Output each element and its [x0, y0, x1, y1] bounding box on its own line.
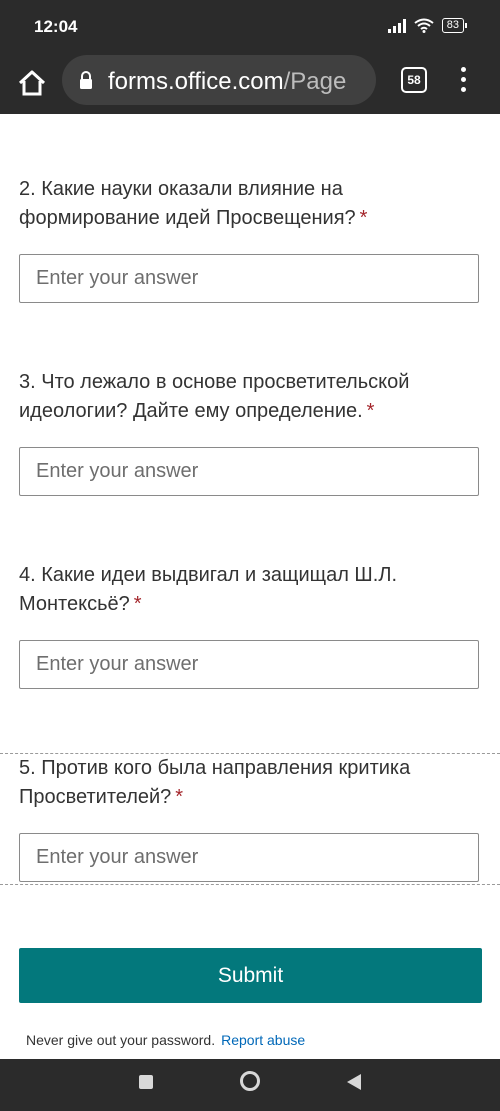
question-3: 3. Что лежало в основе просветительской … — [19, 368, 481, 496]
tab-switcher-button[interactable]: 58 — [401, 67, 427, 93]
url-path: /Page — [283, 68, 347, 95]
url-domain: forms.office.com — [108, 68, 284, 95]
question-4: 4. Какие идеи выдвигал и защищал Ш.Л. Мо… — [19, 561, 481, 689]
status-time: 12:04 — [34, 17, 78, 36]
question-title: 2. Какие науки оказали влияние на формир… — [19, 178, 368, 229]
required-mark: * — [133, 593, 142, 615]
answer-input-2[interactable] — [19, 254, 479, 303]
lock-icon — [80, 71, 92, 89]
question-2: 2. Какие науки оказали влияние на формир… — [19, 175, 481, 303]
home-icon[interactable] — [14, 65, 50, 101]
required-mark: * — [359, 207, 368, 229]
wifi-icon — [414, 18, 434, 33]
recents-icon[interactable] — [139, 1075, 153, 1089]
home-circle-icon[interactable] — [240, 1071, 260, 1091]
url-text: forms.office.com/Page — [108, 68, 346, 96]
more-options-icon[interactable] — [455, 67, 471, 97]
answer-input-3[interactable] — [19, 447, 479, 496]
status-bar: 12:04 83 — [0, 0, 500, 52]
password-warning: Never give out your password. — [26, 1032, 216, 1048]
system-nav-bar — [0, 1059, 500, 1111]
question-title: 5. Против кого была направления критика … — [19, 757, 411, 808]
back-icon[interactable] — [346, 1073, 362, 1091]
question-5: 5. Против кого была направления критика … — [19, 754, 481, 882]
submit-button[interactable]: Submit — [19, 948, 482, 1003]
status-icons: 83 — [387, 18, 468, 33]
signal-icon — [387, 18, 406, 33]
divider-bottom — [0, 884, 500, 885]
address-bar[interactable]: forms.office.com/Page — [62, 55, 376, 105]
question-title: 3. Что лежало в основе просветительской … — [19, 371, 410, 422]
form-content: 2. Какие науки оказали влияние на формир… — [0, 114, 500, 1059]
answer-input-4[interactable] — [19, 640, 479, 689]
report-abuse-link[interactable]: Report abuse — [221, 1032, 305, 1048]
browser-toolbar: forms.office.com/Page 58 — [0, 52, 500, 114]
battery-icon: 83 — [441, 18, 468, 33]
required-mark: * — [175, 786, 184, 808]
answer-input-5[interactable] — [19, 833, 479, 882]
required-mark: * — [366, 400, 375, 422]
question-title: 4. Какие идеи выдвигал и защищал Ш.Л. Мо… — [19, 564, 397, 615]
footer: Never give out your password. Report abus… — [26, 1032, 305, 1048]
